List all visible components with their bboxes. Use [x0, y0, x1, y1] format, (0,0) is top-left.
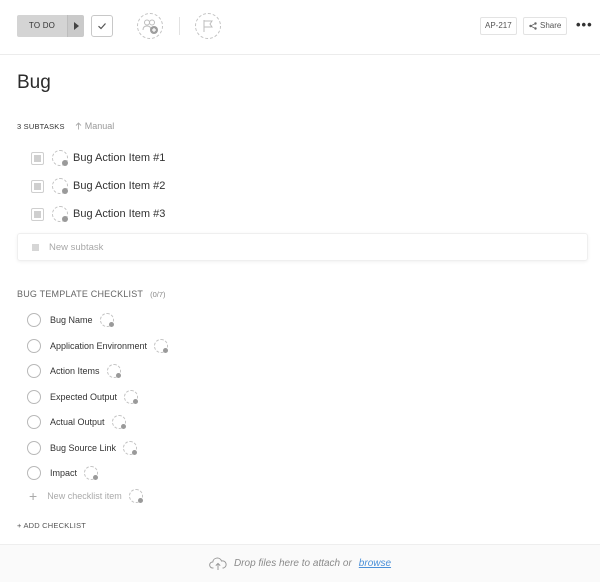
checklist-item-label[interactable]: Expected Output	[50, 392, 117, 402]
mark-complete-button[interactable]	[91, 15, 113, 37]
assign-user-icon[interactable]	[154, 339, 169, 353]
checklist-checkbox[interactable]	[27, 339, 41, 353]
checklist-header: BUG TEMPLATE CHECKLIST (0/7)	[17, 289, 166, 299]
task-title[interactable]: Bug	[17, 72, 51, 94]
checklist-item-label[interactable]: Bug Name	[50, 315, 93, 325]
checkmark-icon	[98, 23, 106, 30]
file-drop-zone[interactable]: Drop files here to attach or browse	[0, 544, 600, 582]
add-people-icon	[142, 19, 158, 34]
flag-icon	[203, 20, 213, 32]
new-checklist-item-row[interactable]: + New checklist item	[29, 487, 143, 505]
subtask-item[interactable]: Bug Action Item #2	[31, 177, 165, 195]
subtask-label[interactable]: Bug Action Item #2	[73, 180, 165, 192]
subtask-label[interactable]: Bug Action Item #3	[73, 208, 165, 220]
more-options-icon[interactable]: •••	[576, 18, 593, 31]
task-id-badge[interactable]: AP-217	[480, 17, 517, 35]
subtasks-sort-button[interactable]: Manual	[75, 121, 115, 131]
status-dropdown[interactable]: TO DO	[17, 15, 84, 37]
checklist-item[interactable]: Application Environment	[27, 337, 169, 355]
add-checklist-button[interactable]: + ADD CHECKLIST	[17, 521, 86, 530]
sort-label: Manual	[84, 121, 115, 131]
assign-user-icon[interactable]	[52, 206, 68, 222]
assign-user-icon[interactable]	[99, 313, 114, 327]
plus-icon: +	[29, 488, 38, 504]
drop-zone-text: Drop files here to attach or	[233, 558, 352, 569]
assign-user-icon[interactable]	[111, 415, 126, 429]
assign-user-icon[interactable]	[52, 150, 68, 166]
checklist-checkbox[interactable]	[27, 313, 41, 327]
subtask-status-checkbox[interactable]	[31, 179, 44, 193]
share-button[interactable]: Share	[523, 17, 568, 35]
status-next-arrow-icon[interactable]	[67, 15, 84, 37]
share-label: Share	[540, 21, 562, 30]
assignees-button[interactable]	[137, 13, 163, 39]
new-subtask-row	[17, 233, 588, 261]
checklist-item-label[interactable]: Impact	[50, 468, 77, 478]
subtask-status-checkbox[interactable]	[31, 207, 44, 221]
status-square-icon	[32, 243, 39, 251]
checklist-checkbox[interactable]	[27, 390, 41, 404]
checklist-checkbox[interactable]	[27, 441, 41, 455]
checklist-item-label[interactable]: Action Items	[50, 366, 100, 376]
assign-user-icon[interactable]	[123, 441, 138, 455]
checklist-item-label[interactable]: Actual Output	[50, 417, 105, 427]
subtasks-header: 3 SUBTASKS Manual	[17, 121, 114, 131]
checklist-checkbox[interactable]	[27, 466, 41, 480]
assign-user-icon[interactable]	[124, 390, 139, 404]
checklist-item[interactable]: Bug Name	[27, 311, 114, 329]
browse-link[interactable]: browse	[359, 558, 391, 569]
share-icon	[529, 22, 537, 30]
checklist-item-label[interactable]: Application Environment	[50, 341, 147, 351]
checklist-item[interactable]: Expected Output	[27, 388, 139, 406]
priority-button[interactable]	[195, 13, 221, 39]
assign-user-icon[interactable]	[106, 364, 121, 378]
toolbar-divider	[179, 17, 180, 35]
new-subtask-input[interactable]	[49, 241, 449, 253]
cloud-upload-icon	[209, 557, 227, 570]
assign-user-icon[interactable]	[84, 466, 99, 480]
checklist-checkbox[interactable]	[27, 364, 41, 378]
subtasks-count: 3 SUBTASKS	[17, 121, 65, 131]
checklist-item[interactable]: Impact	[27, 464, 99, 482]
checklist-item-label[interactable]: Bug Source Link	[50, 443, 116, 453]
checklist-item[interactable]: Bug Source Link	[27, 439, 138, 457]
subtask-item[interactable]: Bug Action Item #3	[31, 205, 165, 223]
checklist-progress: (0/7)	[150, 289, 166, 299]
subtask-status-checkbox[interactable]	[31, 151, 44, 165]
checklist-checkbox[interactable]	[27, 415, 41, 429]
subtask-item[interactable]: Bug Action Item #1	[31, 149, 165, 167]
new-checklist-item-input[interactable]: New checklist item	[47, 491, 122, 501]
subtask-label[interactable]: Bug Action Item #1	[73, 152, 165, 164]
checklist-title[interactable]: BUG TEMPLATE CHECKLIST	[17, 289, 143, 299]
arrow-up-icon	[75, 122, 82, 130]
task-toolbar: TO DO AP-217 Share •••	[0, 0, 600, 55]
assign-user-icon[interactable]	[52, 178, 68, 194]
checklist-item[interactable]: Actual Output	[27, 413, 126, 431]
assign-user-icon[interactable]	[128, 489, 143, 503]
status-label[interactable]: TO DO	[17, 15, 67, 37]
checklist-item[interactable]: Action Items	[27, 362, 121, 380]
